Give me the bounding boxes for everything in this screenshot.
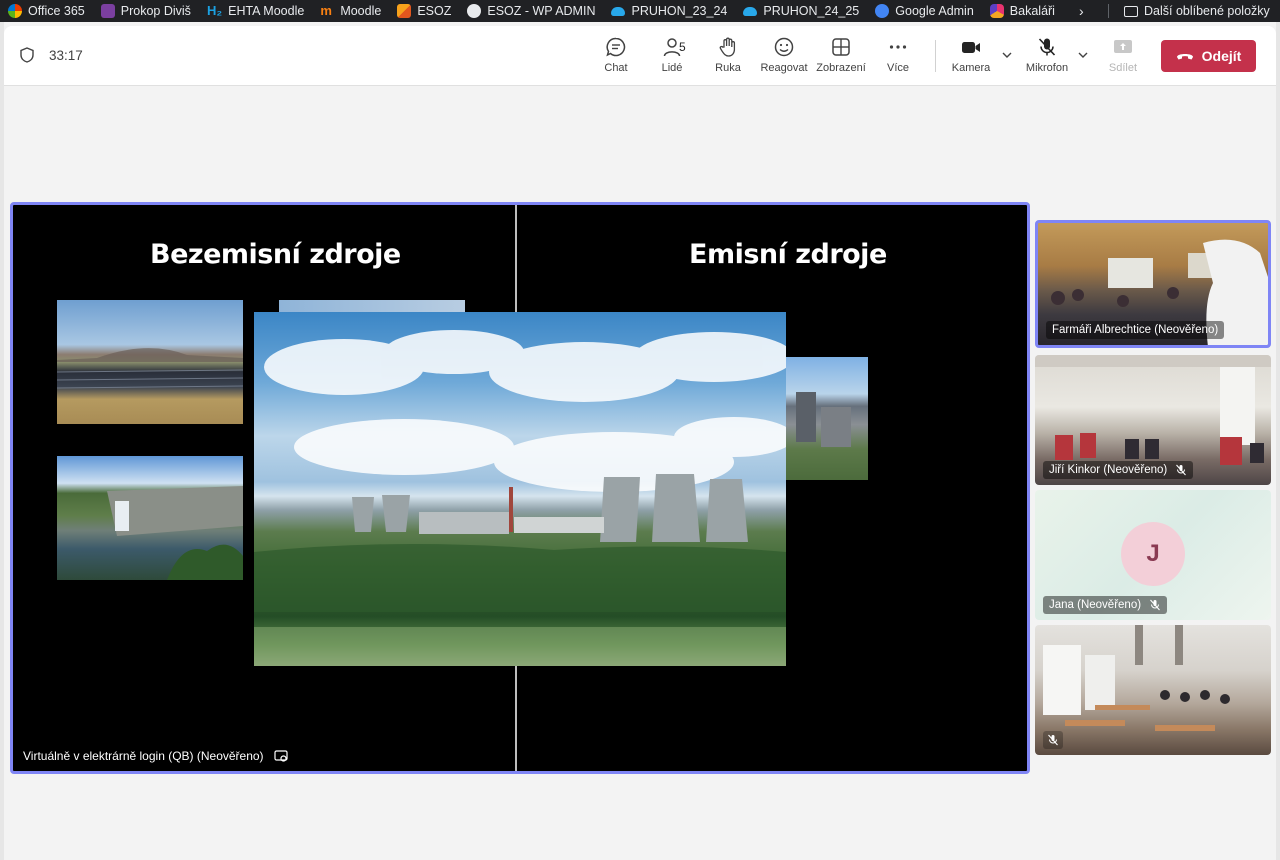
microphone-off-icon (1038, 38, 1056, 56)
esoz-icon (397, 4, 412, 18)
shared-screen-stage[interactable]: Bezemisní zdroje Emisní zdroje Virtuálně… (10, 202, 1030, 774)
microphone-options-chevron-down-icon[interactable] (1076, 48, 1090, 62)
solar-plant-image (57, 300, 243, 424)
bookmark-office-365[interactable]: Office 365 (8, 0, 85, 22)
hang-up-icon (1176, 54, 1193, 60)
share-screen-icon (1114, 40, 1132, 53)
folder-icon (1124, 5, 1138, 17)
meeting-toolbar: 33:17 Chat 5 Lidé Ruka Reagovat Zobrazen… (4, 26, 1276, 86)
bookmark-pruhon-23-24[interactable]: PRUHON_23_24 (611, 0, 727, 22)
chat-icon (606, 37, 626, 57)
bookmarks-bar: Office 365 Prokop Diviš H₂ EHTA Moodle mM… (0, 0, 1280, 22)
bookmark-ehta-moodle[interactable]: H₂ EHTA Moodle (207, 0, 304, 22)
participant-tile[interactable] (1035, 625, 1271, 755)
bakalari-icon (989, 4, 1004, 18)
more-icon (889, 45, 907, 49)
avatar: J (1121, 522, 1185, 586)
hand-icon (719, 37, 736, 57)
stage-presenter-label: Virtuálně v elektrárně login (QB) (Neově… (23, 749, 288, 763)
participant-name: Jiří Kinkor (Neověřeno) (1043, 461, 1194, 479)
view-button[interactable]: Zobrazení (811, 36, 871, 80)
chevron-right-icon[interactable]: › (1079, 0, 1084, 22)
microphone-button[interactable]: Mikrofon (1017, 36, 1077, 80)
bookmarks-divider (1108, 4, 1109, 18)
bookmark-esoz[interactable]: ESOZ (397, 0, 451, 22)
microphone-muted-icon (1176, 464, 1187, 476)
meeting-timer: 33:17 (49, 48, 83, 63)
bookmark-bakalari[interactable]: Bakaláři (989, 0, 1055, 22)
participant-tile[interactable]: Farmáři Albrechtice (Neověřeno) (1035, 220, 1271, 348)
shield-icon (20, 47, 34, 63)
prokop-icon (100, 4, 115, 18)
participant-video (1043, 625, 1230, 731)
onedrive-icon (743, 6, 758, 16)
moodle-icon: m (320, 3, 332, 18)
dam-image (57, 456, 243, 580)
bookmark-pruhon-24-25[interactable]: PRUHON_24_25 (743, 0, 859, 22)
participant-name: Jana (Neověřeno) (1043, 596, 1168, 614)
screen-share-indicator-icon (273, 750, 288, 762)
camera-icon (962, 42, 980, 53)
office-365-icon (8, 4, 22, 18)
window-edge-left (0, 22, 4, 860)
window-edge-right (1276, 22, 1280, 860)
participant-tile[interactable]: J Jana (Neověřeno) (1035, 490, 1271, 620)
wordpress-icon (467, 4, 482, 18)
slide-right-title: Emisní zdroje (689, 239, 887, 270)
smiley-icon (774, 37, 794, 57)
grid-view-icon (832, 38, 850, 56)
camera-button[interactable]: Kamera (941, 36, 1001, 80)
chat-button[interactable]: Chat (586, 36, 646, 80)
toolbar-divider (935, 40, 936, 72)
participant-name: Farmáři Albrechtice (Neověřeno) (1046, 321, 1225, 339)
more-button[interactable]: Více (868, 36, 928, 80)
participant-name (1043, 731, 1063, 749)
share-button[interactable]: Sdílet (1093, 36, 1153, 80)
microphone-muted-icon (1048, 734, 1058, 746)
onedrive-icon (611, 6, 626, 16)
react-button[interactable]: Reagovat (754, 36, 814, 80)
microphone-muted-icon (1150, 599, 1160, 611)
people-button[interactable]: 5 Lidé (642, 36, 702, 80)
h2-icon: H₂ (206, 3, 223, 18)
coal-plant-image (786, 357, 868, 480)
bookmark-esoz-wp-admin[interactable]: ESOZ - WP ADMIN (467, 0, 595, 22)
nuclear-plant-image (254, 312, 786, 666)
other-bookmarks[interactable]: Další oblíbené položky (1124, 0, 1270, 22)
camera-options-chevron-down-icon[interactable] (1000, 48, 1014, 62)
participant-tile[interactable]: Jiří Kinkor (Neověřeno) (1035, 355, 1271, 485)
bookmark-moodle[interactable]: m Moodle (320, 0, 381, 22)
leave-button[interactable]: Odejít (1161, 40, 1256, 72)
google-admin-icon (875, 4, 890, 18)
raise-hand-button[interactable]: Ruka (698, 36, 758, 80)
bookmark-prokop-divis[interactable]: Prokop Diviš (100, 0, 191, 22)
people-count: 5 (679, 40, 686, 54)
slide-left-title: Bezemisní zdroje (150, 239, 401, 270)
bookmark-google-admin[interactable]: Google Admin (875, 0, 974, 22)
